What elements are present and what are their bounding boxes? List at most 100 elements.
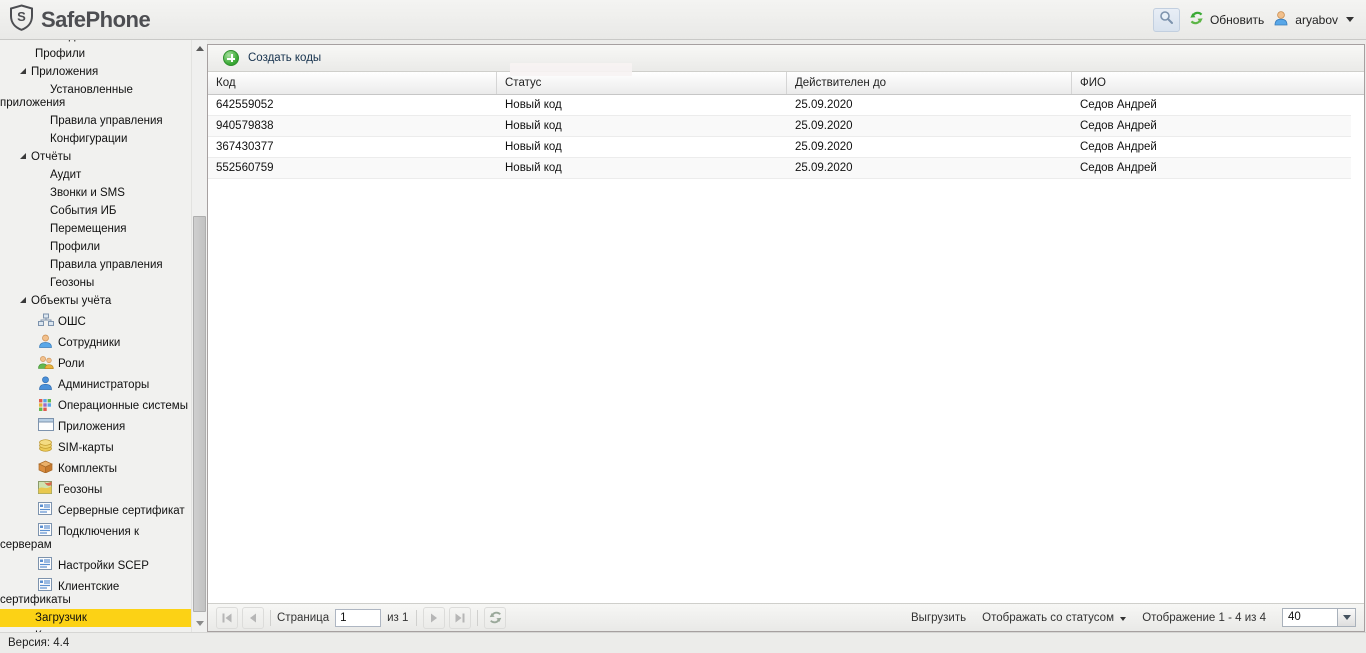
cell-status: Новый код [505,99,562,111]
roles-icon [38,355,54,369]
cell-code: 642559052 [216,99,274,111]
sidebar-item-podklyucheniya-k-serveram[interactable]: Подключения к серверам [0,520,191,554]
sidebar-group-otchety[interactable]: Отчёты [0,148,191,166]
sidebar-item-pravila-upravleniya[interactable]: Правила управления [0,112,191,130]
sidebar-nav: Команды Профили Приложения Установленные… [0,40,207,632]
refresh-icon [1188,10,1205,29]
safephone-app: S SafePhone Обновить aryabov Профили При… [0,0,1366,653]
prev-page-icon [250,613,256,622]
org-chart-icon [38,313,54,327]
certificate-icon [38,578,54,592]
chevron-down-icon [1342,615,1351,620]
sidebar-item-geozony-obj[interactable]: Геозоны [0,478,191,499]
sidebar-item-roli[interactable]: Роли [0,352,191,373]
sidebar-item-profili[interactable]: Профили [0,45,191,63]
sidebar-group-obekty-ucheta[interactable]: Объекты учёта [0,292,191,310]
sidebar-item-zvonki-sms[interactable]: Звонки и SMS [0,184,191,202]
page-number-input[interactable] [335,608,382,627]
map-icon [38,481,54,495]
scroll-up-button[interactable] [192,40,207,57]
scrollbar-thumb[interactable] [193,216,206,612]
sidebar-scrollbar[interactable] [191,40,207,632]
separator [416,609,418,626]
table-row[interactable]: 552560759 Новый код 25.09.2020 Седов Анд… [208,158,1351,179]
sidebar-item-servernye-sertifikaty[interactable]: Серверные сертификат [0,499,191,520]
cell-valid-until: 25.09.2020 [795,141,853,153]
next-page-button[interactable] [423,606,446,629]
sidebar-item-geozony-report[interactable]: Геозоны [0,274,191,292]
create-codes-button[interactable]: Создать коды [215,47,329,69]
sidebar-item-pravila-upravleniya-report[interactable]: Правила управления [0,256,191,274]
search-button[interactable] [1152,7,1180,32]
combo-trigger-button[interactable] [1338,608,1356,627]
export-button[interactable]: Выгрузить [911,612,966,624]
table-row[interactable]: 642559052 Новый код 25.09.2020 Седов Анд… [208,95,1351,116]
tree-expanded-icon [20,297,26,303]
column-header-fio[interactable]: ФИО [1072,72,1364,94]
refresh-grid-button[interactable] [484,606,507,629]
first-page-button[interactable] [216,606,238,629]
sidebar-item-oshs[interactable]: ОШС [0,310,191,331]
header-actions: Обновить aryabov [1152,7,1366,32]
column-header-valid-until[interactable]: Действителен до [787,72,1072,94]
page-size-combo[interactable]: 40 [1282,608,1356,627]
chevron-down-icon [1346,17,1354,22]
shield-logo-icon: S [9,3,34,36]
cell-valid-until: 25.09.2020 [795,120,853,132]
sidebar-item-konfiguracii[interactable]: Конфигурации [0,130,191,148]
sidebar-item-profili-report[interactable]: Профили [0,238,191,256]
cell-code: 367430377 [216,141,274,153]
svg-text:S: S [17,9,26,24]
table-header: Код Статус Действителен до ФИО [208,72,1364,95]
sidebar-item-sotrudniki[interactable]: Сотрудники [0,331,191,352]
cell-fio: Седов Андрей [1080,162,1157,174]
sidebar-item-klientskie-sertifikaty[interactable]: Клиентские сертификаты [0,575,191,609]
sidebar-item-audit[interactable]: Аудит [0,166,191,184]
column-header-code[interactable]: Код [208,72,497,94]
sidebar-item-prilozheniya-obj[interactable]: Приложения [0,415,191,436]
next-page-icon [431,613,438,622]
refresh-icon [489,611,502,624]
sidebar-item-operacionnye-sistemy[interactable]: Операционные системы [0,394,191,415]
refresh-button[interactable]: Обновить [1188,10,1264,29]
arrow-down-icon [196,621,204,626]
window-icon [38,418,54,432]
version-label: Версия: 4.4 [8,637,70,649]
table-row[interactable]: 940579838 Новый код 25.09.2020 Седов Анд… [208,116,1351,137]
last-page-icon [455,613,465,622]
display-range-label: Отображение 1 - 4 из 4 [1142,611,1266,624]
last-page-button[interactable] [449,606,472,629]
os-grid-icon [38,397,54,411]
add-icon [223,50,239,66]
first-page-icon [222,613,232,622]
cell-fio: Седов Андрей [1080,141,1157,153]
certificate-icon [38,502,54,516]
nav-tree: Команды Профили Приложения Установленные… [0,40,191,632]
user-menu[interactable]: aryabov [1272,9,1354,30]
sidebar-item-komplekty[interactable]: Комплекты [0,457,191,478]
status-filter-dropdown[interactable]: Отображать со статусом [982,612,1127,624]
cell-status: Новый код [505,141,562,153]
prev-page-button[interactable] [242,606,264,629]
sidebar-group-prilozheniya[interactable]: Приложения [0,63,191,81]
employee-icon [38,334,54,348]
screenshot-artifact [510,63,632,76]
separator [270,609,271,626]
tree-expanded-icon [20,153,26,159]
top-header: S SafePhone Обновить aryabov [0,0,1366,40]
cell-code: 552560759 [216,162,274,174]
sidebar-item-peremescheniya[interactable]: Перемещения [0,220,191,238]
box-icon [38,460,54,474]
sim-card-icon [38,439,54,453]
scroll-down-button[interactable] [192,615,207,632]
sidebar-item-ustanovlennye-prilozheniya[interactable]: Установленные приложения [0,81,191,112]
username: aryabov [1295,12,1338,27]
sidebar-item-administratory[interactable]: Администраторы [0,373,191,394]
sidebar-item-nastroyki-scep[interactable]: Настройки SCEP [0,554,191,575]
table-row[interactable]: 367430377 Новый код 25.09.2020 Седов Анд… [208,137,1351,158]
app-logo: S SafePhone [0,3,151,36]
sidebar-item-sobytiya-ib[interactable]: События ИБ [0,202,191,220]
sidebar-item-sim-karty[interactable]: SIM-карты [0,436,191,457]
sidebar-item-zagruzchik[interactable]: Загрузчик [0,609,191,627]
certificate-icon [38,523,54,537]
